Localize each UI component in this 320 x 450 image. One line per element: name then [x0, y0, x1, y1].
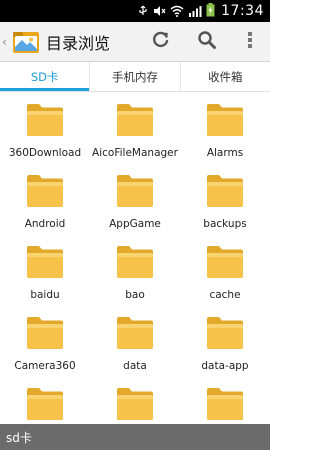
page-title: 目录浏览	[46, 33, 111, 53]
folder-label: data-app	[201, 360, 249, 372]
mute-icon	[153, 2, 166, 21]
folder-item[interactable]: data	[90, 314, 180, 385]
folder-label: AppGame	[109, 218, 161, 230]
folder-item[interactable]: bao	[90, 243, 180, 314]
search-icon	[197, 30, 217, 54]
status-bar: 17:34	[0, 0, 270, 22]
folder-item[interactable]: data-app	[180, 314, 270, 385]
current-path-bar: sd卡	[0, 424, 270, 450]
folder-item[interactable]	[180, 385, 270, 424]
folder-item[interactable]: Alarms	[180, 101, 270, 172]
folder-label: 360Download	[8, 147, 82, 159]
folder-icon	[25, 385, 65, 423]
search-button[interactable]	[184, 22, 230, 62]
overflow-menu-button[interactable]	[230, 22, 270, 62]
folder-label: bao	[125, 289, 145, 301]
battery-icon	[206, 2, 215, 21]
folder-icon	[115, 172, 155, 210]
refresh-icon	[151, 30, 171, 54]
folder-item[interactable]: Camera360	[0, 314, 90, 385]
folder-item[interactable]: baidu	[0, 243, 90, 314]
folder-item[interactable]: cache	[180, 243, 270, 314]
tab-inbox[interactable]: 收件箱	[181, 62, 270, 91]
folder-item[interactable]	[90, 385, 180, 424]
signal-icon	[188, 2, 202, 21]
folder-icon	[205, 314, 245, 352]
folder-icon	[205, 243, 245, 281]
current-path: sd卡	[6, 430, 32, 445]
folder-item[interactable]	[0, 385, 90, 424]
tab-phone-memory[interactable]: 手机内存	[90, 62, 181, 91]
folder-item[interactable]: AicoFileManager	[90, 101, 180, 172]
folder-item[interactable]: AppGame	[90, 172, 180, 243]
folder-icon	[115, 314, 155, 352]
folder-item[interactable]: Android	[0, 172, 90, 243]
action-bar: ‹ 目录浏览	[0, 22, 270, 62]
up-chevron-icon[interactable]: ‹	[2, 35, 10, 49]
tab-sd-card[interactable]: SD卡	[0, 62, 91, 91]
usb-icon	[137, 2, 149, 21]
folder-icon	[205, 101, 245, 139]
wifi-icon	[170, 2, 184, 21]
storage-tabs: SD卡 手机内存 收件箱	[0, 62, 270, 92]
folder-label: backups	[203, 218, 247, 230]
folder-label: baidu	[30, 289, 60, 301]
folder-item[interactable]: backups	[180, 172, 270, 243]
overflow-menu-icon	[247, 30, 253, 54]
status-icons	[137, 2, 215, 21]
folder-label: data	[123, 360, 147, 372]
folder-icon	[115, 385, 155, 423]
folder-icon	[205, 385, 245, 423]
folder-icon	[205, 172, 245, 210]
app-logo-icon[interactable]	[10, 28, 42, 56]
folder-label: Android	[24, 218, 66, 230]
folder-label: AicoFileManager	[92, 147, 178, 159]
folder-item[interactable]: 360Download	[0, 101, 90, 172]
folder-icon	[115, 243, 155, 281]
folder-label: Camera360	[14, 360, 76, 372]
folder-label: Alarms	[206, 147, 244, 159]
folder-icon	[25, 314, 65, 352]
folder-icon	[25, 172, 65, 210]
refresh-button[interactable]	[138, 22, 184, 62]
folder-icon	[25, 101, 65, 139]
folder-grid[interactable]: 360Download AicoFileManager Alarms Andro…	[0, 92, 270, 424]
folder-icon	[25, 243, 65, 281]
folder-label: cache	[209, 289, 241, 301]
status-time: 17:34	[221, 3, 264, 19]
folder-icon	[115, 101, 155, 139]
